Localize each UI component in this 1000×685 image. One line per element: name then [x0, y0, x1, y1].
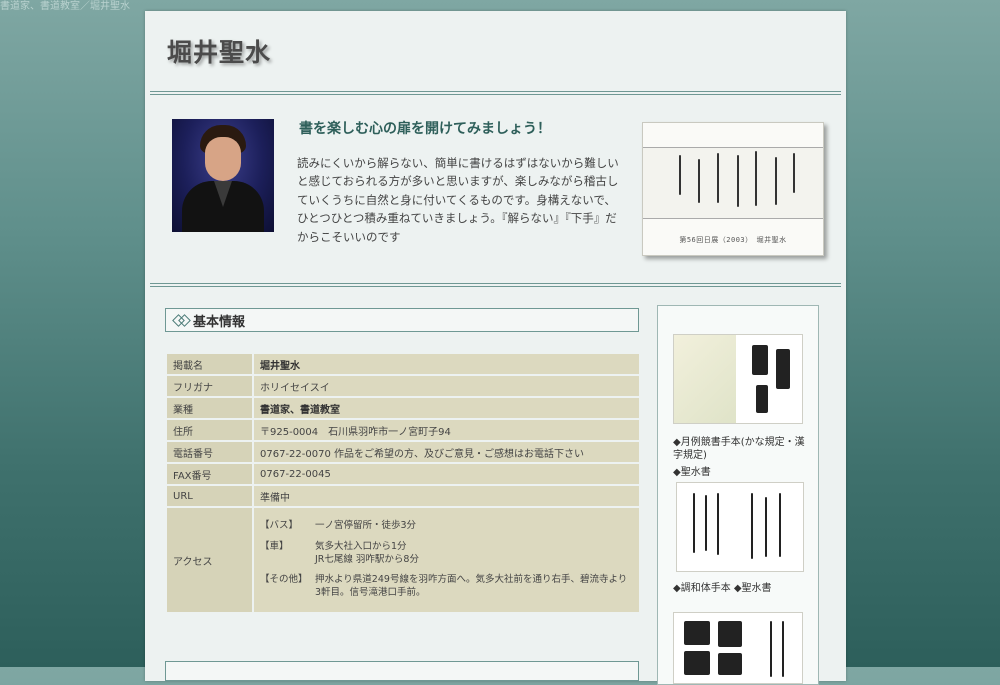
- breadcrumb: 書道家、書道教室／堀井聖水: [0, 1, 130, 12]
- table-row-access: アクセス 【バス】 一ノ宮停留所・徒歩3分 【車】 気多大社入口から1分 JR七…: [167, 508, 639, 612]
- divider: [150, 91, 841, 95]
- row-value: 書道家、書道教室: [254, 398, 639, 418]
- access-car-text-1: 気多大社入口から1分: [315, 540, 407, 552]
- row-label: アクセス: [167, 508, 252, 612]
- access-car-label: 【車】: [260, 540, 289, 552]
- row-label: URL: [167, 486, 252, 506]
- site-title: 堀井聖水: [167, 38, 272, 67]
- basic-info-table: 掲載名 堀井聖水 フリガナ ホリイセイスイ 業種 書道家、書道教室 住所 〒92…: [165, 352, 641, 614]
- row-value: 0767-22-0070 作品をご希望の方、及びご意見・ご感想はお電話下さい: [254, 442, 639, 462]
- row-value: 0767-22-0045: [254, 464, 639, 484]
- section-heading-basic-info: 基本情報: [165, 308, 639, 332]
- access-other-text: 押水より県道249号線を羽咋方面へ。気多大社前を通り右手、碧流寺より3軒目。信号…: [315, 574, 628, 599]
- divider: [150, 283, 841, 287]
- intro-tagline: 書を楽しむ心の扉を開けてみましょう！: [299, 121, 551, 137]
- artwork-caption: 第56回日展（2003） 堀井聖水: [679, 236, 787, 244]
- sidebar-image-seisui-works[interactable]: [676, 482, 804, 572]
- access-bus-text: 一ノ宮停留所・徒歩3分: [315, 519, 417, 531]
- section-heading-next: [165, 661, 639, 681]
- sidebar-image-harmony-style[interactable]: [673, 612, 803, 684]
- table-row: 掲載名 堀井聖水: [167, 354, 639, 374]
- table-row: URL 準備中: [167, 486, 639, 506]
- row-label: フリガナ: [167, 376, 252, 396]
- access-other-label: 【その他】: [260, 574, 308, 586]
- table-row: 電話番号 0767-22-0070 作品をご希望の方、及びご意見・ご感想はお電話…: [167, 442, 639, 462]
- table-row: 住所 〒925-0004 石川県羽咋市一ノ宮町子94: [167, 420, 639, 440]
- access-car-text-2: JR七尾線 羽咋駅から8分: [315, 553, 419, 565]
- access-bus-label: 【バス】: [260, 519, 299, 531]
- row-label: 住所: [167, 420, 252, 440]
- sidebar-caption-monthly-copybook[interactable]: ◆月例競書手本(かな規定・漢字規定): [673, 436, 813, 462]
- table-row: フリガナ ホリイセイスイ: [167, 376, 639, 396]
- section-heading-text: 基本情報: [193, 314, 246, 330]
- sidebar-caption-seisui-works[interactable]: ◆聖水書: [673, 466, 813, 479]
- row-label: FAX番号: [167, 464, 252, 484]
- row-value: 堀井聖水: [254, 354, 639, 374]
- row-label: 掲載名: [167, 354, 252, 374]
- access-details: 【バス】 一ノ宮停留所・徒歩3分 【車】 気多大社入口から1分 JR七尾線 羽咋…: [254, 508, 639, 612]
- sidebar: ◆月例競書手本(かな規定・漢字規定) ◆聖水書 ◆調和体手本 ◆聖水書: [657, 305, 819, 685]
- row-value: ホリイセイスイ: [254, 376, 639, 396]
- row-label: 電話番号: [167, 442, 252, 462]
- table-row: 業種 書道家、書道教室: [167, 398, 639, 418]
- row-value: 〒925-0004 石川県羽咋市一ノ宮町子94: [254, 420, 639, 440]
- sidebar-image-monthly-copybook[interactable]: [673, 334, 803, 424]
- page-container: 堀井聖水 書を楽しむ心の扉を開けてみましょう！ 読みにくいから解らない、簡単に書…: [145, 11, 846, 685]
- table-row: FAX番号 0767-22-0045: [167, 464, 639, 484]
- portrait-photo: [172, 119, 274, 232]
- intro-text: 読みにくいから解らない、簡単に書けるはずはないから難しいと感じておられる方が多い…: [297, 156, 619, 244]
- diamond-bullet-icon: [174, 314, 189, 326]
- row-label: 業種: [167, 398, 252, 418]
- sidebar-caption-harmony-style[interactable]: ◆調和体手本 ◆聖水書: [673, 582, 813, 595]
- calligraphy-artwork-image: 第56回日展（2003） 堀井聖水: [642, 122, 824, 256]
- row-value: 準備中: [254, 486, 639, 506]
